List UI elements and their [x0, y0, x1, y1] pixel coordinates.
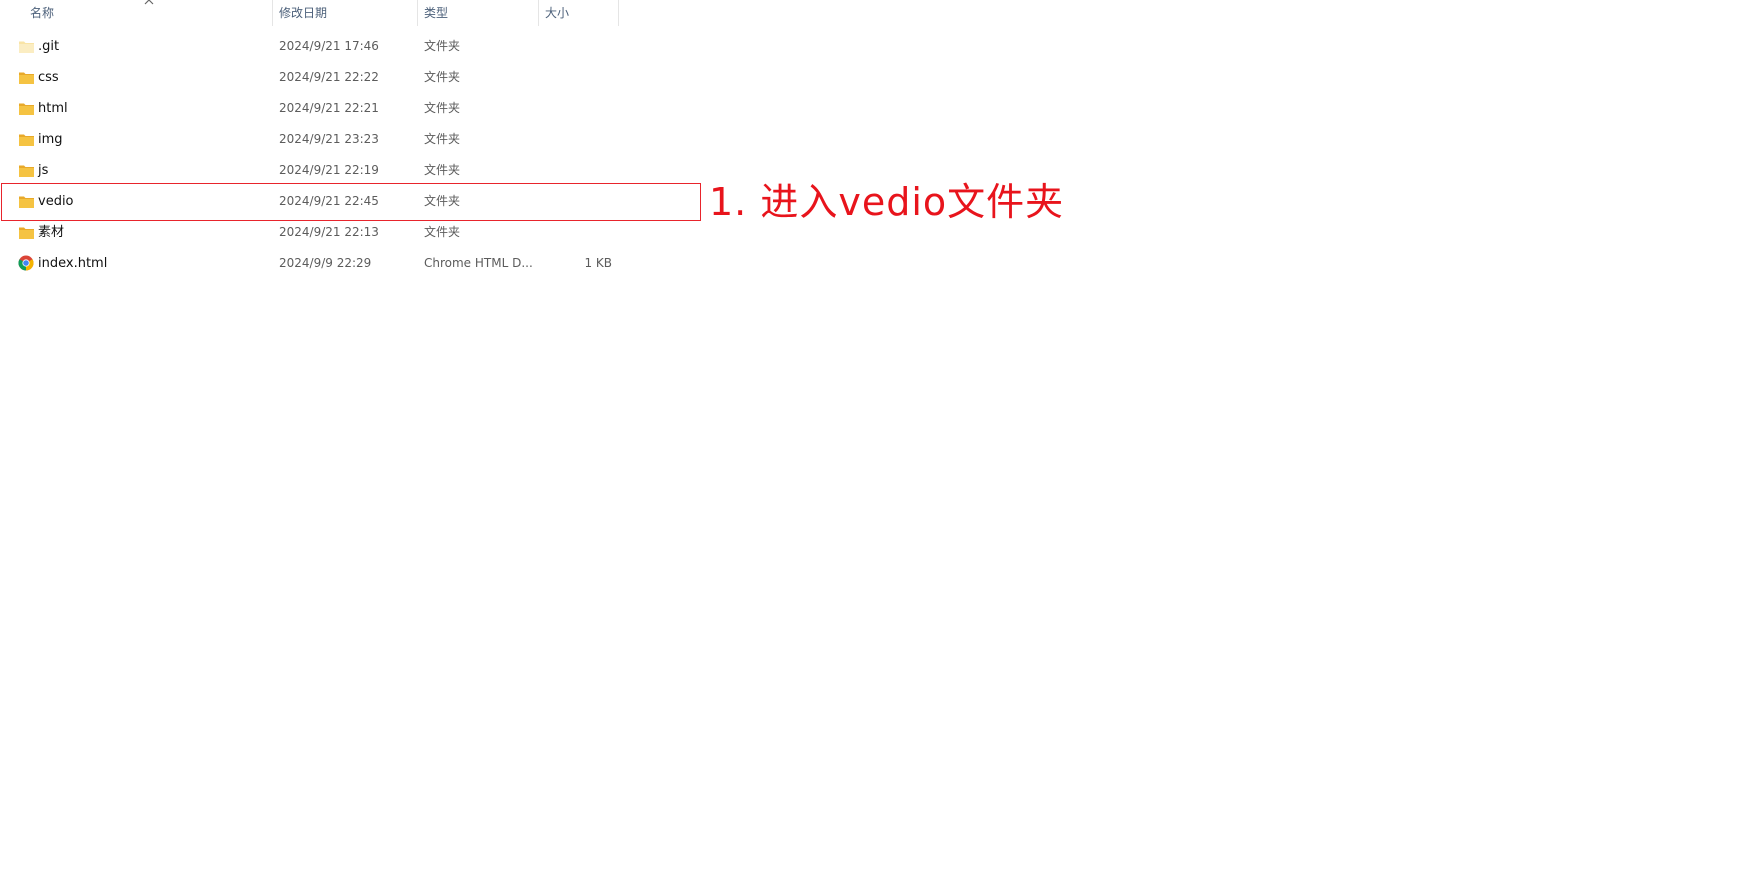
file-modified: 2024/9/9 22:29 — [279, 256, 372, 270]
folder-icon — [19, 72, 34, 84]
folder-light-icon — [19, 41, 34, 53]
file-type: 文件夹 — [424, 101, 461, 115]
folder-icon — [19, 134, 34, 146]
file-size — [560, 217, 612, 248]
file-size — [560, 124, 612, 155]
column-header: 名称 修改日期 类型 大小 — [0, 0, 620, 26]
file-type: Chrome HTML D... — [424, 256, 533, 270]
file-type: 文件夹 — [424, 163, 461, 177]
file-modified: 2024/9/21 22:13 — [279, 225, 379, 239]
annotation-text: 1. 进入vedio文件夹 — [709, 180, 1065, 224]
file-row-js[interactable]: js 2024/9/21 22:19 文件夹 — [0, 155, 700, 186]
file-modified: 2024/9/21 22:21 — [279, 101, 379, 115]
file-size — [560, 93, 612, 124]
file-row-git[interactable]: .git 2024/9/21 17:46 文件夹 — [0, 31, 700, 62]
file-name: html — [38, 101, 68, 116]
file-row-sucai[interactable]: 素材 2024/9/21 22:13 文件夹 — [0, 217, 700, 248]
file-row-img[interactable]: img 2024/9/21 23:23 文件夹 — [0, 124, 700, 155]
column-header-type[interactable]: 类型 — [424, 0, 448, 24]
file-modified: 2024/9/21 17:46 — [279, 39, 379, 53]
folder-icon — [19, 227, 34, 239]
file-name: js — [38, 163, 49, 178]
file-type: 文件夹 — [424, 70, 461, 84]
file-row-css[interactable]: css 2024/9/21 22:22 文件夹 — [0, 62, 700, 93]
file-name: css — [38, 70, 59, 85]
file-name: .git — [38, 39, 60, 54]
folder-icon — [19, 165, 34, 177]
file-type: 文件夹 — [424, 132, 461, 146]
column-header-name[interactable]: 名称 — [30, 0, 54, 24]
file-row-html[interactable]: html 2024/9/21 22:21 文件夹 — [0, 93, 700, 124]
file-name: 素材 — [38, 225, 65, 240]
folder-icon — [19, 103, 34, 115]
sort-ascending-icon — [144, 0, 154, 5]
file-size — [560, 31, 612, 62]
column-divider[interactable] — [538, 0, 539, 26]
file-size — [560, 62, 612, 93]
column-header-size[interactable]: 大小 — [545, 0, 569, 24]
column-divider[interactable] — [272, 0, 273, 26]
file-size — [560, 155, 612, 186]
column-divider[interactable] — [618, 0, 619, 26]
file-type: 文件夹 — [424, 39, 461, 53]
file-modified: 2024/9/21 22:19 — [279, 163, 379, 177]
column-divider[interactable] — [417, 0, 418, 26]
file-modified: 2024/9/21 23:23 — [279, 132, 379, 146]
file-modified: 2024/9/21 22:22 — [279, 70, 379, 84]
file-row-index-html[interactable]: index.html 2024/9/9 22:29 Chrome HTML D.… — [0, 248, 700, 279]
file-name: img — [38, 132, 63, 147]
chrome-icon — [18, 255, 34, 271]
column-header-modified[interactable]: 修改日期 — [279, 0, 327, 24]
file-size: 1 KB — [584, 256, 612, 270]
highlight-box — [1, 183, 701, 221]
file-name: index.html — [38, 256, 108, 271]
file-type: 文件夹 — [424, 225, 461, 239]
